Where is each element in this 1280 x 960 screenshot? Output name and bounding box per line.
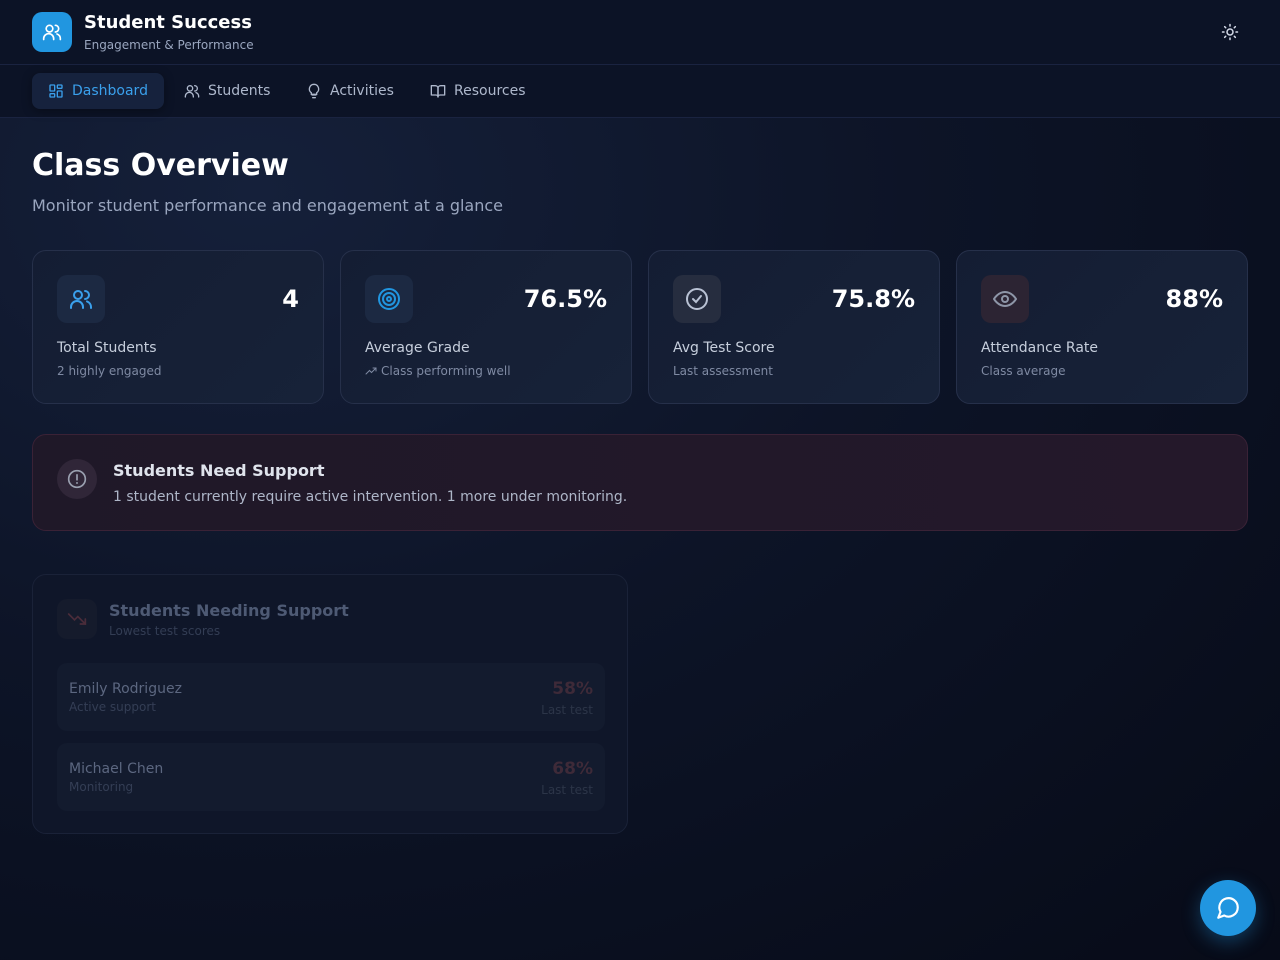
app-title: Student Success: [84, 12, 252, 33]
sun-icon: [1221, 23, 1239, 41]
message-circle-icon: [1217, 897, 1239, 919]
stat-value: 4: [282, 285, 299, 313]
check-circle-icon: [673, 275, 721, 323]
users-icon: [32, 12, 72, 52]
stat-card-avg-test-score: 75.8% Avg Test Score Last assessment: [648, 250, 940, 404]
stat-note-text: 2 highly engaged: [57, 364, 162, 378]
student-score-label: Last test: [541, 703, 593, 717]
stat-label: Average Grade: [365, 340, 470, 356]
student-row-michael-chen[interactable]: Michael Chen Monitoring 68% Last test: [57, 743, 605, 811]
student-score-label: Last test: [541, 783, 593, 797]
stat-note: Class average: [981, 364, 1066, 378]
app-header: Student Success Engagement & Performance: [0, 0, 1280, 65]
stat-label: Attendance Rate: [981, 340, 1098, 356]
users-icon: [184, 85, 200, 98]
support-card-title: Students Needing Support: [109, 601, 349, 620]
alert-text: 1 student currently require active inter…: [113, 489, 628, 505]
stat-note: Class performing well: [365, 364, 511, 378]
page-title: Class Overview: [32, 148, 289, 183]
layout-grid-icon: [49, 84, 63, 98]
tab-label: Dashboard: [72, 83, 148, 99]
tab-activities[interactable]: Activities: [290, 73, 410, 109]
student-status: Monitoring: [69, 780, 134, 794]
stat-card-total-students: 4 Total Students 2 highly engaged: [32, 250, 324, 404]
book-open-icon: [430, 85, 446, 98]
tab-students[interactable]: Students: [168, 73, 286, 109]
stat-label: Total Students: [57, 340, 157, 356]
student-status: Active support: [69, 700, 157, 714]
student-score: 58%: [552, 679, 593, 699]
student-name: Michael Chen: [69, 761, 164, 777]
users-icon: [57, 275, 105, 323]
stat-note: Last assessment: [673, 364, 773, 378]
stat-value: 76.5%: [523, 285, 607, 313]
student-row-emily-rodriguez[interactable]: Emily Rodriguez Active support 58% Last …: [57, 663, 605, 731]
main-nav: Dashboard Students Activities Resources: [0, 65, 1280, 118]
stat-note-text: Class performing well: [381, 364, 511, 378]
support-alert: Students Need Support 1 student currentl…: [32, 434, 1248, 531]
stat-label: Avg Test Score: [673, 340, 775, 356]
trending-up-icon: [365, 367, 377, 375]
app-subtitle: Engagement & Performance: [84, 38, 254, 52]
eye-icon: [981, 275, 1029, 323]
tab-label: Students: [208, 83, 271, 99]
students-needing-support-card: Students Needing Support Lowest test sco…: [32, 574, 628, 834]
stat-value: 75.8%: [831, 285, 915, 313]
stat-card-average-grade: 76.5% Average Grade Class performing wel…: [340, 250, 632, 404]
target-icon: [365, 275, 413, 323]
stat-note: 2 highly engaged: [57, 364, 161, 378]
theme-toggle-button[interactable]: [1212, 14, 1248, 50]
tab-dashboard[interactable]: Dashboard: [32, 73, 164, 109]
support-card-subtitle: Lowest test scores: [109, 624, 221, 638]
stat-note-text: Last assessment: [673, 364, 773, 378]
tab-resources[interactable]: Resources: [414, 73, 542, 109]
chat-button[interactable]: [1200, 880, 1256, 936]
stat-note-text: Class average: [981, 364, 1066, 378]
tab-label: Activities: [330, 83, 394, 99]
stat-card-attendance-rate: 88% Attendance Rate Class average: [956, 250, 1248, 404]
student-score: 68%: [552, 759, 593, 779]
tab-label: Resources: [454, 83, 526, 99]
lightbulb-icon: [308, 83, 320, 99]
student-name: Emily Rodriguez: [69, 681, 182, 697]
stat-value: 88%: [1165, 285, 1223, 313]
alert-circle-icon: [57, 459, 97, 499]
page-subtitle: Monitor student performance and engageme…: [32, 196, 504, 215]
trending-down-icon: [57, 599, 97, 639]
alert-title: Students Need Support: [113, 461, 325, 480]
